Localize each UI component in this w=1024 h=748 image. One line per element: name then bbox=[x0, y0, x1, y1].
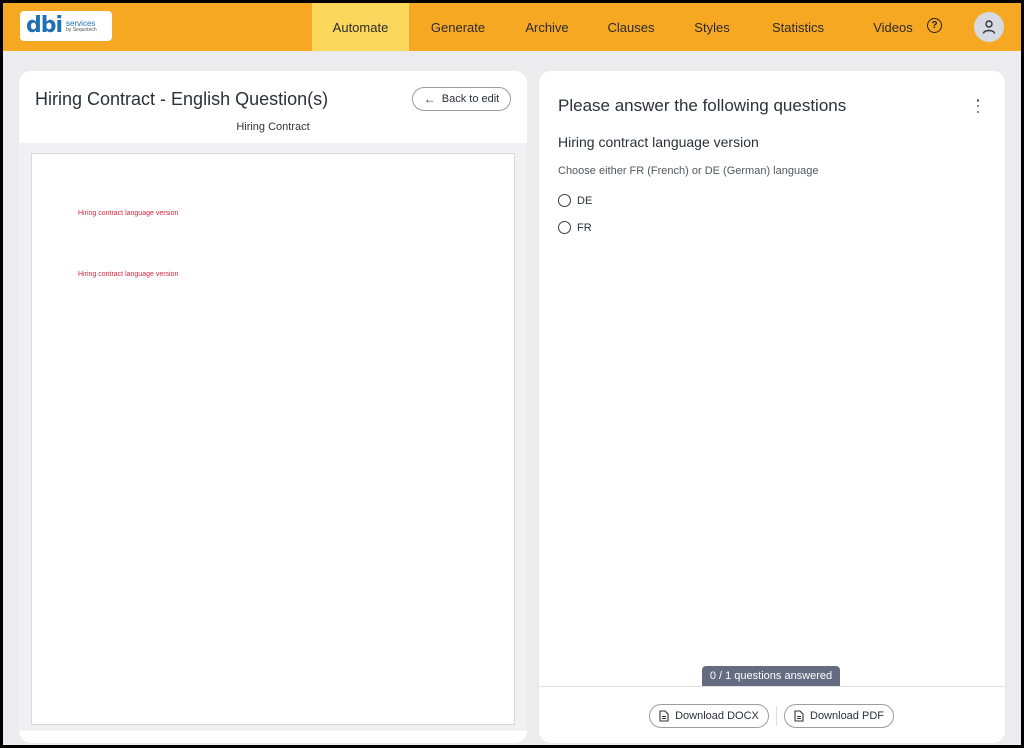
nav-automate[interactable]: Automate bbox=[312, 3, 409, 51]
top-nav: dbi services by Sequotech Automate Gener… bbox=[3, 3, 1021, 51]
nav-statistics[interactable]: Statistics bbox=[755, 3, 841, 51]
more-vertical-icon[interactable] bbox=[975, 99, 981, 113]
logo-byline: by Sequotech bbox=[66, 26, 97, 33]
question-title: Hiring contract language version bbox=[558, 134, 759, 150]
nav-archive[interactable]: Archive bbox=[507, 3, 587, 51]
document-scroll-area[interactable]: Hiring contract language version Hiring … bbox=[19, 143, 527, 731]
app-window: dbi services by Sequotech Automate Gener… bbox=[3, 3, 1021, 745]
back-to-edit-button[interactable]: ← Back to edit bbox=[412, 87, 511, 111]
radio-label: DE bbox=[577, 194, 593, 207]
radio-option-de[interactable]: DE bbox=[558, 194, 592, 207]
question-circle-icon[interactable]: ? bbox=[927, 18, 942, 33]
questions-panel: Please answer the following questions Hi… bbox=[539, 71, 1005, 743]
questions-heading: Please answer the following questions bbox=[558, 96, 847, 115]
document-line: Hiring contract language version bbox=[78, 210, 179, 217]
logo[interactable]: dbi services by Sequotech bbox=[20, 11, 112, 41]
document-page: Hiring contract language version Hiring … bbox=[31, 153, 515, 725]
document-preview-panel: Hiring Contract - English Question(s) ← … bbox=[19, 71, 527, 743]
user-icon bbox=[982, 20, 996, 34]
document-line: Hiring contract language version bbox=[78, 271, 179, 278]
radio-option-fr[interactable]: FR bbox=[558, 221, 592, 234]
radio-label: FR bbox=[577, 221, 592, 234]
nav-styles[interactable]: Styles bbox=[679, 3, 745, 51]
logo-text: dbi bbox=[26, 13, 63, 38]
nav-videos[interactable]: Videos bbox=[865, 3, 921, 51]
download-docx-button[interactable]: Download DOCX bbox=[649, 704, 769, 728]
progress-badge: 0 / 1 questions answered bbox=[702, 666, 840, 686]
download-pdf-button[interactable]: Download PDF bbox=[784, 704, 894, 728]
file-icon bbox=[794, 710, 804, 722]
back-to-edit-label: Back to edit bbox=[441, 93, 500, 105]
download-docx-label: Download DOCX bbox=[675, 710, 759, 722]
nav-clauses[interactable]: Clauses bbox=[593, 3, 669, 51]
document-name: Hiring Contract bbox=[236, 121, 310, 133]
radio-button[interactable] bbox=[558, 194, 571, 207]
arrow-left-icon: ← bbox=[423, 92, 436, 106]
file-icon bbox=[659, 710, 669, 722]
nav-generate[interactable]: Generate bbox=[413, 3, 503, 51]
radio-button[interactable] bbox=[558, 221, 571, 234]
divider bbox=[776, 706, 777, 726]
download-footer: Download DOCX Download PDF bbox=[539, 686, 1005, 743]
avatar[interactable] bbox=[974, 12, 1004, 42]
page-title: Hiring Contract - English Question(s) bbox=[35, 89, 329, 109]
question-description: Choose either FR (French) or DE (German)… bbox=[558, 165, 819, 177]
download-pdf-label: Download PDF bbox=[810, 710, 884, 722]
